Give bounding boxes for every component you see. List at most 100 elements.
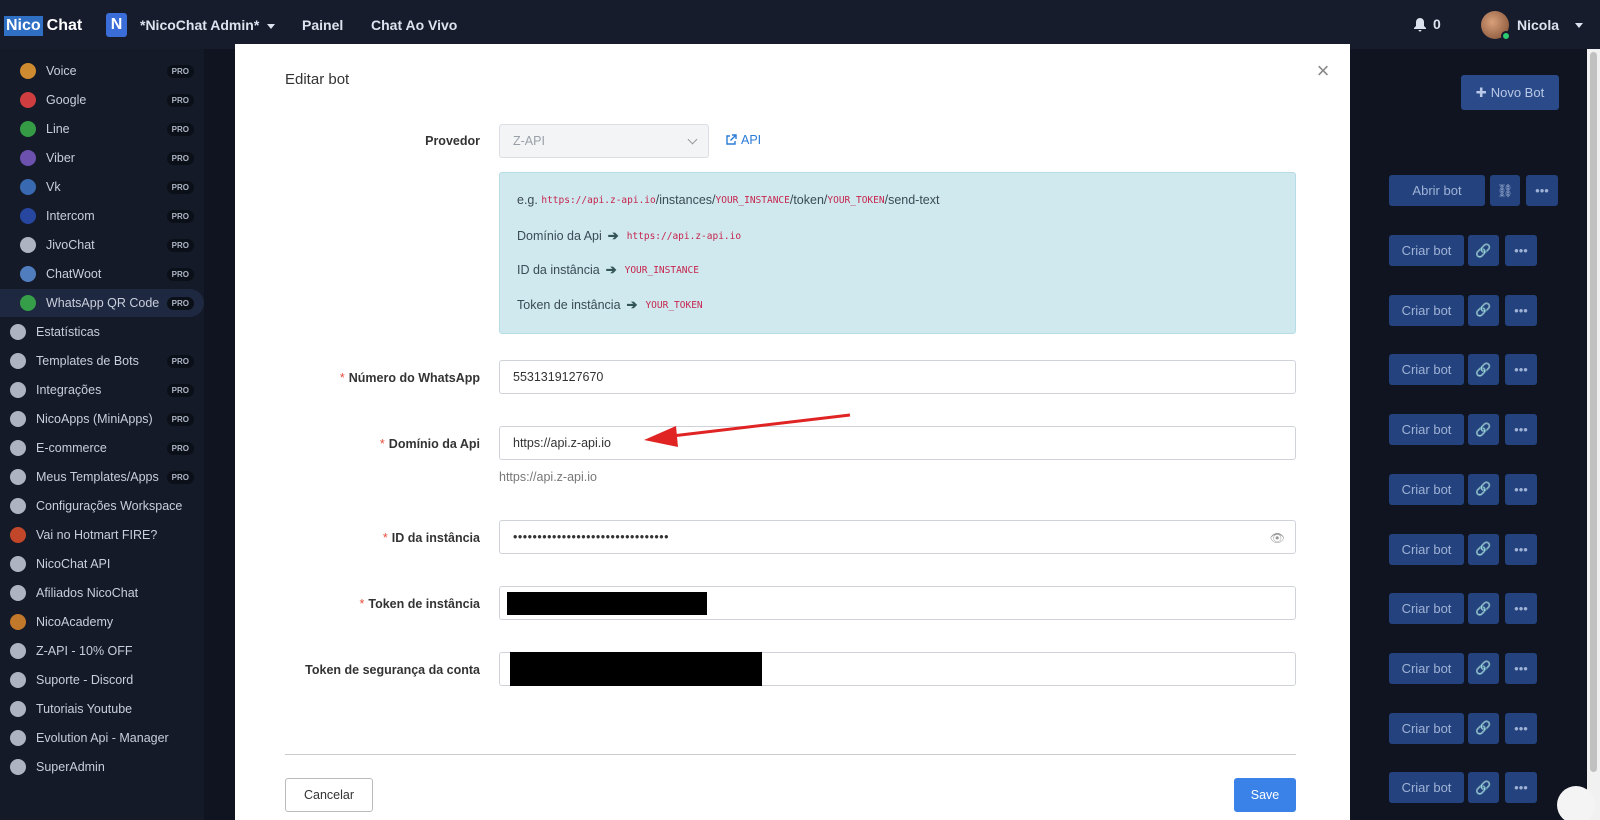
link-button[interactable]: 🔗	[1468, 652, 1499, 684]
sidebar-item[interactable]: JivoChat PRO	[0, 231, 204, 259]
link-button[interactable]: 🔗	[1468, 473, 1499, 505]
create-bot-button-label: Criar bot	[1401, 720, 1452, 736]
sidebar-item-label: Integrações	[36, 383, 102, 397]
link-button[interactable]: 🔗	[1468, 593, 1499, 625]
provider-select[interactable]: Z-API	[499, 124, 709, 158]
nav-chat-ao-vivo[interactable]: Chat Ao Vivo	[371, 17, 457, 33]
create-bot-button[interactable]: Criar bot	[1389, 235, 1464, 266]
ellipsis-icon: •••	[1514, 422, 1528, 438]
fire-icon	[10, 527, 26, 543]
workspace-badge[interactable]: N	[106, 13, 127, 37]
more-options-button[interactable]: •••	[1505, 652, 1537, 684]
info-token-line: Token de instância ➔ YOUR_TOKEN	[517, 297, 703, 313]
sidebar-item[interactable]: Templates de Bots PRO	[0, 347, 204, 375]
required-mark: *	[359, 597, 365, 611]
instance-id-input[interactable]: •••••••••••••••••••••••••••••••• 👁	[499, 520, 1296, 554]
sidebar-item[interactable]: Viber PRO	[0, 144, 204, 172]
chat-widget-avatar[interactable]	[1557, 786, 1595, 820]
sidebar-item[interactable]: Meus Templates/Apps PRO	[0, 463, 204, 491]
pro-badge: PRO	[166, 151, 194, 165]
link-button[interactable]: 🔗	[1468, 354, 1499, 386]
notifications-button[interactable]: 0	[1413, 16, 1441, 32]
more-options-button[interactable]: •••	[1505, 235, 1537, 266]
more-options-button[interactable]: •••	[1505, 533, 1537, 565]
user-menu[interactable]: Nicola	[1481, 11, 1584, 41]
close-icon[interactable]: ×	[1313, 60, 1333, 82]
sidebar-item[interactable]: Evolution Api - Manager	[0, 724, 204, 752]
sidebar-item[interactable]: Vai no Hotmart FIRE?	[0, 521, 204, 549]
sidebar-item-label: SuperAdmin	[36, 760, 105, 774]
link-button[interactable]: 🔗	[1468, 712, 1499, 744]
sidebar-item[interactable]: NicoChat API	[0, 550, 204, 578]
create-bot-button[interactable]: Criar bot	[1389, 712, 1464, 744]
whatsapp-number-input[interactable]: 5531319127670	[499, 360, 1296, 394]
sidebar-item[interactable]: Suporte - Discord	[0, 666, 204, 694]
create-bot-button[interactable]: Criar bot	[1389, 772, 1464, 804]
more-options-button[interactable]: •••	[1505, 473, 1537, 505]
more-options-button[interactable]: •••	[1526, 175, 1558, 206]
open-bot-button[interactable]: Abrir bot	[1389, 175, 1485, 206]
sidebar-item[interactable]: SuperAdmin	[0, 753, 204, 781]
sidebar-item[interactable]: E-commerce PRO	[0, 434, 204, 462]
sidebar-item-label: WhatsApp QR Code	[46, 296, 160, 310]
sidebar-item-label: Viber	[46, 151, 75, 165]
save-button[interactable]: Save	[1234, 778, 1296, 812]
link-button[interactable]: 🔗	[1468, 414, 1499, 446]
create-bot-button[interactable]: Criar bot	[1389, 652, 1464, 684]
sidebar-item[interactable]: WhatsApp QR Code PRO	[0, 289, 204, 317]
create-bot-button[interactable]: Criar bot	[1389, 593, 1464, 625]
create-bot-button[interactable]: Criar bot	[1389, 473, 1464, 505]
api-domain-value: https://api.z-api.io	[513, 436, 611, 450]
cancel-button[interactable]: Cancelar	[285, 778, 373, 812]
more-options-button[interactable]: •••	[1505, 772, 1537, 804]
link-button[interactable]: 🔗	[1468, 294, 1499, 326]
nicochat-logo[interactable]: Nico Chat	[4, 16, 86, 36]
sidebar-item[interactable]: Line PRO	[0, 115, 204, 143]
open-bot-button-label: Abrir bot	[1412, 183, 1462, 198]
sidebar-item[interactable]: NicoAcademy	[0, 608, 204, 636]
more-options-button[interactable]: •••	[1505, 712, 1537, 744]
link-icon: 🔗	[1475, 720, 1492, 736]
link-icon: 🔗	[1475, 242, 1492, 258]
sidebar-item[interactable]: Z-API - 10% OFF	[0, 637, 204, 665]
arrow-right-icon: ➔	[607, 228, 619, 243]
nav-painel[interactable]: Painel	[302, 17, 343, 33]
workspace-dropdown[interactable]: *NicoChat Admin*	[140, 17, 276, 33]
online-status-icon	[1501, 31, 1511, 41]
api-docs-link[interactable]: API	[725, 133, 761, 147]
create-bot-button[interactable]: Criar bot	[1389, 414, 1464, 446]
sidebar-item[interactable]: Intercom PRO	[0, 202, 204, 230]
api-domain-input[interactable]: https://api.z-api.io	[499, 426, 1296, 460]
info-instance-label: ID da instância	[517, 263, 600, 277]
sidebar-item[interactable]: Integrações PRO	[0, 376, 204, 404]
create-bot-button[interactable]: Criar bot	[1389, 294, 1464, 326]
sidebar-item[interactable]: Afiliados NicoChat	[0, 579, 204, 607]
sidebar-item[interactable]: Estatísticas	[0, 318, 204, 346]
sidebar-item[interactable]: Vk PRO	[0, 173, 204, 201]
sidebar-item[interactable]: NicoApps (MiniApps) PRO	[0, 405, 204, 433]
more-options-button[interactable]: •••	[1505, 414, 1537, 446]
create-bot-button[interactable]: Criar bot	[1389, 354, 1464, 386]
create-bot-button[interactable]: Criar bot	[1389, 533, 1464, 565]
sidebar-item[interactable]: Voice PRO	[0, 57, 204, 85]
more-options-button[interactable]: •••	[1505, 593, 1537, 625]
youtube-icon	[10, 701, 26, 717]
link-button[interactable]: 🔗	[1468, 533, 1499, 565]
sidebar-item[interactable]: Configurações Workspace	[0, 492, 204, 520]
link-icon: 🔗	[1475, 660, 1492, 676]
sidebar-item[interactable]: Tutoriais Youtube	[0, 695, 204, 723]
sidebar-item[interactable]: ChatWoot PRO	[0, 260, 204, 288]
pro-badge: PRO	[166, 122, 194, 136]
more-options-button[interactable]: •••	[1505, 354, 1537, 386]
unlink-button[interactable]: ⛓	[1490, 175, 1520, 206]
link-button[interactable]: 🔗	[1468, 235, 1499, 266]
more-options-button[interactable]: •••	[1505, 294, 1537, 326]
sidebar-item[interactable]: Google PRO	[0, 86, 204, 114]
avatar	[1481, 11, 1511, 41]
new-bot-button[interactable]: ✚ Novo Bot	[1461, 75, 1559, 110]
eye-icon[interactable]: 👁	[1270, 531, 1285, 545]
sidebar-item-label: Voice	[46, 64, 77, 78]
page-scrollbar-thumb[interactable]	[1590, 52, 1597, 772]
link-button[interactable]: 🔗	[1468, 772, 1499, 804]
pro-badge: PRO	[166, 93, 194, 107]
